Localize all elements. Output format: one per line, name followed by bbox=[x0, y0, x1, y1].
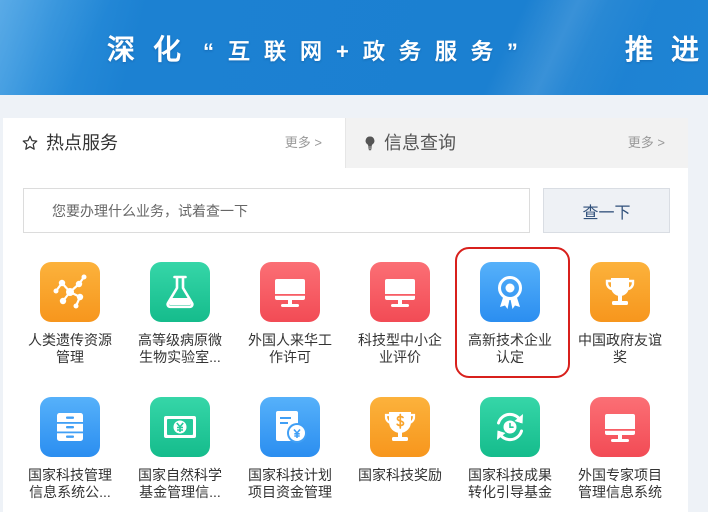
trophy-dollar-icon[interactable] bbox=[370, 397, 430, 457]
banner-title-lead: 深化 bbox=[107, 34, 200, 65]
more-link[interactable]: 更多 > bbox=[628, 135, 665, 151]
service-human-genetic-resources[interactable]: 人类遗传资源管理 bbox=[15, 262, 125, 372]
monitor-icon[interactable] bbox=[590, 397, 650, 457]
document-yen-icon[interactable] bbox=[260, 397, 320, 457]
search-button[interactable]: 查一下 bbox=[543, 188, 670, 233]
service-label[interactable]: 国家科技计划项目资金管理 bbox=[246, 467, 334, 501]
star-icon bbox=[22, 135, 38, 151]
banner: 深化 “互联网+政务服务” 推进 bbox=[0, 0, 708, 95]
banner-title-tail: 推进 bbox=[625, 34, 699, 65]
award-badge-icon[interactable] bbox=[480, 262, 540, 322]
trophy-icon[interactable] bbox=[590, 262, 650, 322]
service-friendship-award[interactable]: 中国政府友谊奖 bbox=[565, 262, 675, 372]
service-label[interactable]: 人类遗传资源管理 bbox=[26, 332, 114, 366]
service-st-program-funds[interactable]: 国家科技计划项目资金管理 bbox=[235, 397, 345, 507]
service-foreigner-work-permit[interactable]: 外国人来华工作许可 bbox=[235, 262, 345, 372]
service-label[interactable]: 国家科技管理信息系统公... bbox=[26, 467, 114, 501]
service-foreign-expert-system[interactable]: 外国专家项目管理信息系统 bbox=[565, 397, 675, 507]
monitor-icon[interactable] bbox=[370, 262, 430, 322]
service-label[interactable]: 科技型中小企业评价 bbox=[356, 332, 444, 366]
page: 深化 “互联网+政务服务” 推进 热点服务 更多 > 信息查询 更多 > 查一下 bbox=[0, 0, 708, 512]
banner-title-quote: “互联网+政务服务” bbox=[203, 39, 532, 64]
service-high-tech-enterprise[interactable]: 高新技术企业认定 bbox=[455, 247, 570, 378]
cabinet-icon[interactable] bbox=[40, 397, 100, 457]
service-label[interactable]: 国家自然科学基金管理信... bbox=[136, 467, 224, 501]
service-label[interactable]: 高新技术企业认定 bbox=[466, 332, 554, 366]
service-label[interactable]: 外国人来华工作许可 bbox=[246, 332, 334, 366]
monitor-icon[interactable] bbox=[260, 262, 320, 322]
service-label[interactable]: 外国专家项目管理信息系统 bbox=[576, 467, 664, 501]
lightbulb-icon bbox=[365, 136, 375, 151]
refresh-clock-icon[interactable] bbox=[480, 397, 540, 457]
service-st-awards[interactable]: 国家科技奖励 bbox=[345, 397, 455, 507]
molecule-icon[interactable] bbox=[40, 262, 100, 322]
more-link[interactable]: 更多 > bbox=[285, 135, 322, 151]
service-pathogen-lab[interactable]: 高等级病原微生物实验室... bbox=[125, 262, 235, 372]
service-label[interactable]: 中国政府友谊奖 bbox=[576, 332, 664, 366]
service-st-management-system[interactable]: 国家科技管理信息系统公... bbox=[15, 397, 125, 507]
service-card: 热点服务 更多 > 信息查询 更多 > 查一下 bbox=[3, 118, 688, 512]
service-label[interactable]: 高等级病原微生物实验室... bbox=[136, 332, 224, 366]
tab-label: 热点服务 bbox=[46, 133, 118, 153]
service-tech-sme-evaluation[interactable]: 科技型中小企业评价 bbox=[345, 262, 455, 372]
tab-info-query[interactable]: 信息查询 更多 > bbox=[345, 118, 688, 168]
tab-label: 信息查询 bbox=[384, 133, 456, 153]
service-label[interactable]: 国家科技成果转化引导基金 bbox=[466, 467, 554, 501]
flask-icon[interactable] bbox=[150, 262, 210, 322]
service-nsfc-management[interactable]: 国家自然科学基金管理信... bbox=[125, 397, 235, 507]
service-achievement-transfer-fund[interactable]: 国家科技成果转化引导基金 bbox=[455, 397, 565, 507]
banknote-yen-icon[interactable] bbox=[150, 397, 210, 457]
service-label[interactable]: 国家科技奖励 bbox=[356, 467, 444, 484]
tab-hot-services[interactable]: 热点服务 更多 > bbox=[3, 118, 345, 168]
search-input[interactable] bbox=[23, 188, 530, 233]
